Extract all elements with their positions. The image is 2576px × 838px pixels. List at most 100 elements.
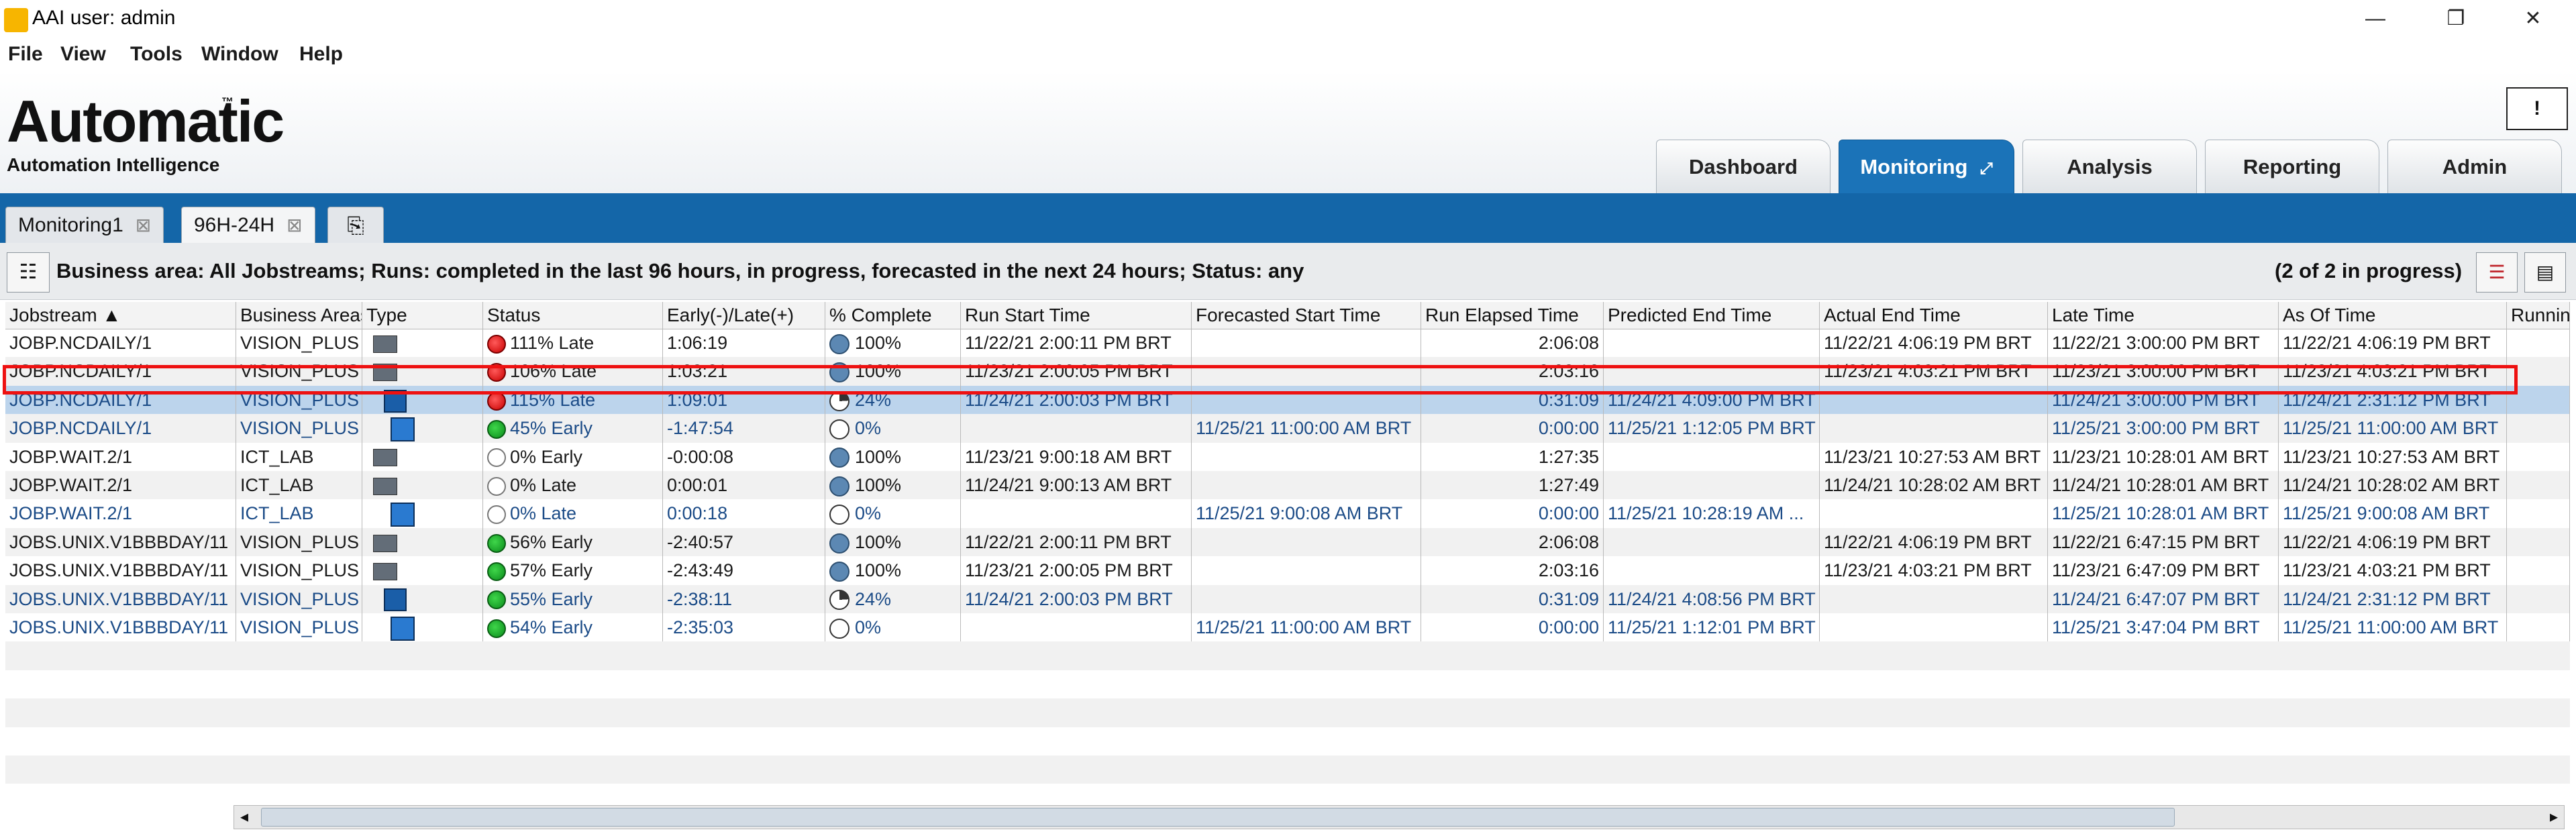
col-type-header[interactable]: Type: [362, 302, 483, 329]
col-run-start-time-header[interactable]: Run Start Time: [961, 302, 1192, 329]
col-late-time-header[interactable]: Late Time: [2048, 302, 2279, 329]
empty-cell: [483, 755, 487, 784]
empty-cell: [663, 698, 667, 727]
col-running-cell: [2507, 329, 2570, 358]
percent-complete-text: 100%: [855, 446, 902, 467]
table-row[interactable]: JOBP.WAIT.2/1 ICT_LAB 0% Early -0:00:08 100%…: [5, 442, 2570, 471]
menu-tools[interactable]: Tools: [130, 43, 183, 66]
col-running-cell: [2507, 584, 2570, 613]
menu-window[interactable]: Window: [201, 43, 278, 66]
gantt-chart-icon[interactable]: ☰: [2476, 252, 2518, 293]
col-status-cell: 57% Early: [483, 556, 663, 585]
brand-subtitle: Automation Intelligence: [7, 154, 220, 175]
empty-cell: [961, 727, 965, 755]
col-percent-complete-cell: 100%: [825, 329, 961, 358]
white-status-icon: [487, 505, 506, 525]
horizontal-scrollbar[interactable]: ◂ ▸: [234, 805, 2565, 829]
menu-view[interactable]: View: [60, 43, 106, 66]
col-run-elapsed-time-cell: 2:03:16: [1421, 556, 1604, 585]
empty-cell: [2507, 784, 2511, 802]
empty-cell: [362, 698, 366, 727]
empty-cell: [1820, 670, 1824, 698]
tab-dashboard[interactable]: Dashboard: [1656, 140, 1831, 194]
report-icon[interactable]: ▤: [2524, 252, 2566, 293]
close-icon[interactable]: ✕: [2513, 4, 2553, 34]
tab-reporting[interactable]: Reporting: [2205, 140, 2379, 194]
menu-file[interactable]: File: [8, 43, 43, 66]
empty-cell: [2048, 784, 2052, 802]
col-late-time-cell: 11/23/21 10:28:01 AM BRT: [2048, 442, 2279, 471]
col-jobstream-header[interactable]: Jobstream ▲: [5, 302, 236, 329]
table-row[interactable]: JOBS.UNIX.V1BBBDAY/11 VISION_PLUS 57% Earl…: [5, 556, 2570, 585]
empty-cell: [1820, 727, 1824, 755]
col-early-late-cell: -2:40:57: [663, 527, 825, 557]
table-row[interactable]: JOBP.NCDAILY/1 VISION_PLUS 45% Early -1:47:…: [5, 414, 2570, 443]
filter-settings-icon[interactable]: ☷: [7, 252, 50, 293]
minimize-icon[interactable]: —: [2355, 4, 2395, 34]
close-tab-icon[interactable]: ⊠: [287, 215, 302, 235]
empty-cell: [1421, 641, 1425, 670]
col-type-cell: [362, 584, 483, 613]
scroll-left-icon[interactable]: ◂: [234, 806, 254, 829]
col-run-elapsed-time-header[interactable]: Run Elapsed Time: [1421, 302, 1604, 329]
col-early-late-header[interactable]: Early(-)/Late(+): [663, 302, 825, 329]
col-business-areas-header[interactable]: Business Areas: [236, 302, 362, 329]
restore-icon[interactable]: ❐: [2436, 4, 2476, 34]
empty-cell: [236, 698, 240, 727]
col-forecasted-start-time-cell: [1192, 329, 1421, 358]
empty-cell: [961, 784, 965, 802]
white-status-icon: [487, 448, 506, 468]
scroll-right-icon[interactable]: ▸: [2544, 806, 2564, 829]
tab-monitoring[interactable]: Monitoring ⤢: [1839, 140, 2014, 194]
scroll-thumb[interactable]: [261, 808, 2175, 827]
status-text: 45% Early: [510, 418, 593, 439]
empty-cell: [663, 784, 667, 802]
col-early-late-cell: -2:38:11: [663, 584, 825, 613]
doc-tab-96h-24h[interactable]: 96H-24H ⊠: [181, 207, 315, 244]
empty-cell: [2279, 670, 2283, 698]
table-row[interactable]: JOBP.WAIT.2/1 ICT_LAB 0% Late 0:00:18 0% 11/2…: [5, 499, 2570, 528]
col-percent-complete-header[interactable]: % Complete: [825, 302, 961, 329]
col-jobstream-cell: JOBS.UNIX.V1BBBDAY/11: [5, 613, 236, 642]
close-tab-icon[interactable]: ⊠: [136, 215, 151, 235]
col-early-late-cell: 1:06:19: [663, 329, 825, 358]
empty-cell: [1604, 670, 1608, 698]
doc-tab-label: 96H-24H: [194, 214, 275, 236]
col-predicted-end-time-cell: 11/25/21 10:28:19 AM ...: [1604, 499, 1820, 528]
filter-description: Business area: All Jobstreams; Runs: com…: [56, 259, 1304, 282]
col-running-header[interactable]: Runnin: [2507, 302, 2570, 329]
title-bar: AAI user: admin — ❐ ✕: [0, 0, 2576, 38]
col-run-elapsed-time-cell: 2:06:08: [1421, 329, 1604, 358]
col-running-cell: [2507, 613, 2570, 642]
col-predicted-end-time-header[interactable]: Predicted End Time: [1604, 302, 1820, 329]
tab-admin[interactable]: Admin: [2387, 140, 2562, 194]
col-as-of-time-cell: 11/25/21 11:00:00 AM BRT: [2279, 613, 2507, 642]
table-row[interactable]: JOBS.UNIX.V1BBBDAY/11 VISION_PLUS 54% Earl…: [5, 613, 2570, 642]
table-row[interactable]: JOBS.UNIX.V1BBBDAY/11 VISION_PLUS 56% Earl…: [5, 527, 2570, 557]
new-tab-icon[interactable]: ⎘: [327, 207, 384, 244]
doc-tab-monitoring1[interactable]: Monitoring1 ⊠: [5, 207, 164, 244]
table-row[interactable]: JOBP.NCDAILY/1 VISION_PLUS 111% Late 1:06:1…: [5, 329, 2570, 358]
col-predicted-end-time-cell: [1604, 556, 1820, 585]
col-as-of-time-header[interactable]: As Of Time: [2279, 302, 2507, 329]
jobstream-type-icon: [391, 503, 415, 527]
col-business-areas-cell: VISION_PLUS: [236, 556, 362, 585]
table-row[interactable]: JOBS.UNIX.V1BBBDAY/11 VISION_PLUS 55% Earl…: [5, 584, 2570, 613]
empty-cell: [236, 727, 240, 755]
col-late-time-cell: 11/23/21 6:47:09 PM BRT: [2048, 556, 2279, 585]
col-late-time-cell: 11/24/21 6:47:07 PM BRT: [2048, 584, 2279, 613]
jobstream-type-icon: [384, 588, 407, 612]
col-actual-end-time-cell: [1820, 613, 2048, 642]
col-predicted-end-time-cell: 11/24/21 4:08:56 PM BRT: [1604, 584, 1820, 613]
col-forecasted-start-time-header[interactable]: Forecasted Start Time: [1192, 302, 1421, 329]
col-as-of-time-cell: 11/22/21 4:06:19 PM BRT: [2279, 329, 2507, 358]
alert-button[interactable]: !: [2506, 87, 2568, 130]
green-status-icon: [487, 420, 506, 439]
col-status-header[interactable]: Status: [483, 302, 663, 329]
empty-cell: [961, 755, 965, 784]
col-actual-end-time-header[interactable]: Actual End Time: [1820, 302, 2048, 329]
col-forecasted-start-time-cell: 11/25/21 9:00:08 AM BRT: [1192, 499, 1421, 528]
menu-help[interactable]: Help: [299, 43, 343, 66]
table-row[interactable]: JOBP.WAIT.2/1 ICT_LAB 0% Late 0:00:01 100% 11…: [5, 471, 2570, 500]
tab-analysis[interactable]: Analysis: [2022, 140, 2197, 194]
